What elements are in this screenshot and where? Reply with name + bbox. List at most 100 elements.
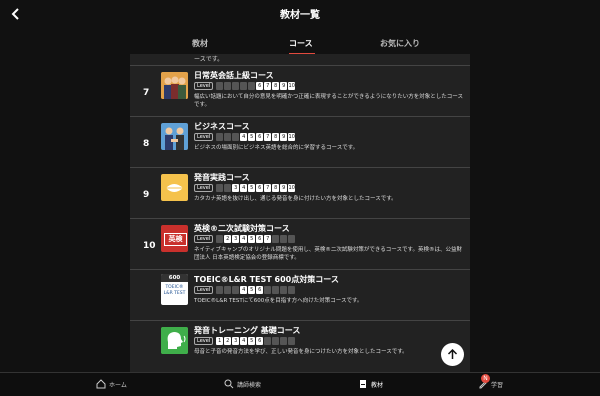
level-label: Level (194, 286, 214, 294)
level-cell: 7 (264, 82, 272, 90)
level-cell: 9 (280, 82, 288, 90)
level-indicator: Level 6 7 8 9 10 (194, 82, 296, 90)
level-cell (240, 82, 248, 90)
level-cell: 4 (240, 337, 248, 345)
nav-teacher-search[interactable]: 講師検索 (224, 379, 261, 389)
level-cell: 7 (264, 184, 272, 192)
level-cell (288, 337, 296, 345)
level-cell (224, 133, 232, 141)
speaking-head-icon (161, 327, 188, 354)
level-cell (216, 286, 224, 294)
course-row[interactable]: 9 発音実践コース Level 3 4 5 6 7 8 9 10 カタカナ英語を… (130, 167, 470, 218)
level-cell: 8 (272, 133, 280, 141)
scroll-to-top-button[interactable] (441, 343, 464, 366)
course-title: 日常英会話上級コース (194, 71, 274, 80)
course-number: 7 (143, 88, 150, 98)
page-title: 教材一覧 (280, 10, 320, 21)
tab-favorites[interactable]: お気に入り (380, 38, 420, 49)
toeic-score-text: 600 (161, 274, 188, 282)
level-cell (224, 184, 232, 192)
level-cell: 3 (232, 337, 240, 345)
level-cell (216, 133, 224, 141)
level-cell (288, 286, 296, 294)
level-cell (216, 184, 224, 192)
lips-icon (161, 174, 188, 201)
level-cell (216, 235, 224, 243)
level-cell: 6 (256, 337, 264, 345)
home-icon (96, 379, 106, 389)
course-row[interactable]: 600 TOEIC® L&R TEST TOEIC®L&R TEST 600点対… (130, 269, 470, 320)
handshake-icon (161, 123, 188, 150)
business-people-icon (161, 72, 188, 99)
eiken-logo-text: 英検 (164, 233, 187, 246)
tab-courses[interactable]: コース (289, 38, 313, 49)
level-cell: 4 (240, 184, 248, 192)
level-indicator: Level 2 3 4 5 6 7 (194, 235, 296, 243)
bottom-navigation: ホーム 講師検索 教材 学習 (0, 372, 600, 396)
toeic-subtitle-text: L&R TEST (163, 291, 186, 296)
level-indicator: Level 1 2 3 4 5 6 (194, 337, 296, 345)
nav-teacher-search-label: 講師検索 (237, 381, 262, 389)
nav-materials-label: 教材 (371, 381, 384, 389)
nav-materials[interactable]: 教材 (358, 379, 383, 389)
level-cell (272, 235, 280, 243)
course-description: 幅広い話題において自分の意見を明確かつ正確に表現することができるようになりたい方… (194, 94, 463, 108)
level-cell: 3 (232, 184, 240, 192)
level-cell (288, 235, 296, 243)
level-cell: 6 (256, 133, 264, 141)
level-cell (224, 286, 232, 294)
level-cell: 5 (248, 133, 256, 141)
level-cell: 7 (264, 133, 272, 141)
level-indicator: Level 4 5 6 7 8 9 10 (194, 133, 296, 141)
level-cell: 6 (256, 184, 264, 192)
top-bar: 教材一覧 (0, 0, 600, 32)
course-description: 母音と子音の発音方法を学び、正しい発音を身につけたい方を対象としたコースです。 (194, 349, 408, 355)
eiken-icon: 英検 (161, 225, 188, 252)
level-cell (272, 286, 280, 294)
course-title: 発音トレーニング 基礎コース (194, 326, 301, 335)
search-icon (224, 379, 234, 389)
level-cell (272, 337, 280, 345)
level-cell: 10 (288, 82, 296, 90)
course-description: ネイティブキャンプのオリジナル問題を使用し、英検®二次試験対策ができるコースです… (194, 247, 462, 261)
level-cell (232, 286, 240, 294)
level-cell: 5 (248, 235, 256, 243)
nav-home-label: ホーム (109, 381, 127, 389)
level-cell: 3 (232, 235, 240, 243)
level-cell: 5 (248, 337, 256, 345)
level-label: Level (194, 235, 214, 243)
course-number: 10 (143, 241, 156, 251)
level-label: Level (194, 337, 214, 345)
level-label: Level (194, 82, 214, 90)
level-cell (264, 286, 272, 294)
nav-home[interactable]: ホーム (96, 379, 127, 389)
course-description: TOEIC®L&R TESTにて600点を目指す方へ向けた対策コースです。 (194, 298, 363, 304)
level-cell: 10 (288, 133, 296, 141)
level-cell: 5 (248, 286, 256, 294)
level-cell: 2 (224, 235, 232, 243)
course-number: 9 (143, 190, 150, 200)
level-cell: 4 (240, 133, 248, 141)
level-cell: 9 (280, 184, 288, 192)
course-title: TOEIC®L&R TEST 600点対策コース (194, 275, 339, 284)
level-cell: 8 (272, 184, 280, 192)
level-indicator: Level 4 5 6 (194, 286, 296, 294)
course-list[interactable]: ースです。 7 日常英会話上級コース Level 6 7 8 9 10 幅広い話… (130, 54, 470, 372)
level-label: Level (194, 184, 214, 192)
notification-badge: N (481, 374, 490, 383)
level-cell: 6 (256, 286, 264, 294)
level-cell: 2 (224, 337, 232, 345)
tab-materials[interactable]: 教材 (192, 38, 208, 49)
course-row[interactable]: 7 日常英会話上級コース Level 6 7 8 9 10 幅広い話題において自… (130, 65, 470, 116)
course-row[interactable]: 8 ビジネスコース Level 4 5 6 7 8 9 10 ビジネスの場面別に… (130, 116, 470, 167)
level-cell: 1 (216, 337, 224, 345)
level-cell (232, 82, 240, 90)
course-row[interactable]: 発音トレーニング 基礎コース Level 1 2 3 4 5 6 母音と子音の発… (130, 320, 470, 371)
arrow-up-icon (447, 349, 458, 359)
toeic-logo-text: TOEIC® (165, 285, 184, 290)
book-icon (360, 380, 366, 388)
course-row[interactable]: 10 英検 英検®二次試験対策コース Level 2 3 4 5 6 7 ネイテ… (130, 218, 470, 269)
course-title: 発音実践コース (194, 173, 250, 182)
level-label: Level (194, 133, 214, 141)
level-cell: 4 (240, 235, 248, 243)
